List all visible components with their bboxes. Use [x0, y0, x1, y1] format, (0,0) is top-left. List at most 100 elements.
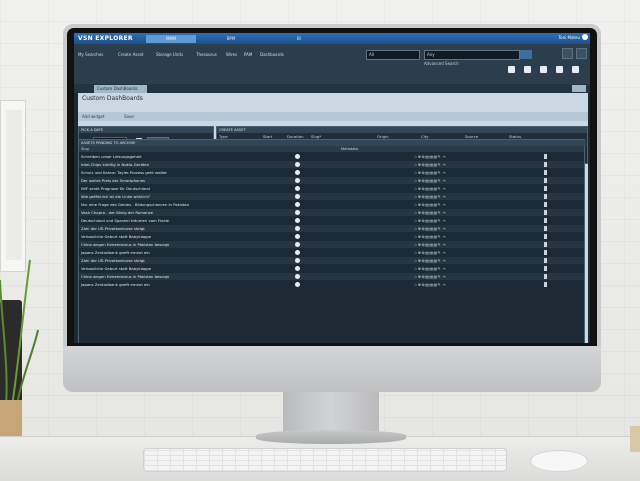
- metadata-icon[interactable]: [295, 170, 300, 175]
- tab-options-icon[interactable]: [572, 85, 586, 92]
- metadata-icon[interactable]: [295, 202, 300, 207]
- table-row[interactable]: Verbauliche Geburt statt Babyklappe ☆⊕⊗▤▤…: [79, 265, 584, 272]
- delete-icon[interactable]: [544, 250, 547, 255]
- metadata-icon[interactable]: [295, 162, 300, 167]
- monitor-stand-foot: [256, 430, 406, 444]
- table-row[interactable]: Japans Zentralbank greift erneut ein ☆⊕⊗▤…: [79, 249, 584, 256]
- metadata-icon[interactable]: [295, 154, 300, 159]
- settings-icon[interactable]: [572, 66, 579, 73]
- pick-date-title: PICK A DATE: [79, 127, 213, 133]
- user-name[interactable]: Toni Mateu: [558, 35, 580, 40]
- tab-bi[interactable]: BI: [274, 35, 324, 43]
- delete-icon[interactable]: [544, 274, 547, 279]
- app-logo: VSN EXPLORER: [78, 35, 133, 42]
- delete-icon[interactable]: [544, 258, 547, 263]
- metadata-icon[interactable]: [295, 250, 300, 255]
- metadata-icon[interactable]: [295, 266, 300, 271]
- delete-icon[interactable]: [544, 242, 547, 247]
- table-row[interactable]: Wie gefährlich ist die Linke wirklich? ☆⊕…: [79, 193, 584, 200]
- search-input[interactable]: Any: [424, 50, 520, 60]
- row-actions[interactable]: ☆⊕⊗▤▤▤✎ ✂: [414, 265, 447, 272]
- delete-icon[interactable]: [544, 234, 547, 239]
- metadata-icon[interactable]: [295, 178, 300, 183]
- save-button[interactable]: Save: [124, 114, 134, 119]
- menu-storage-units[interactable]: Storage Units: [156, 52, 183, 57]
- delete-icon[interactable]: [544, 154, 547, 159]
- tab-mam[interactable]: MAM: [146, 35, 196, 43]
- table-row[interactable]: Verbauliche Geburt statt Babyklappe ☆⊕⊗▤▤…: [79, 233, 584, 240]
- menu-wires[interactable]: Wires: [226, 52, 237, 57]
- table-row[interactable]: China wegen Extremismus in Pakistan beso…: [79, 241, 584, 248]
- row-actions[interactable]: ☆⊕⊗▤▤▤✎ ✂: [414, 257, 447, 264]
- row-actions[interactable]: ☆⊕⊗▤▤▤✎ ✂: [414, 241, 447, 248]
- delete-icon[interactable]: [544, 178, 547, 183]
- delete-icon[interactable]: [544, 194, 547, 199]
- menu-create-asset[interactable]: Create Asset: [118, 52, 144, 57]
- metadata-icon[interactable]: [295, 234, 300, 239]
- metadata-icon[interactable]: [295, 282, 300, 287]
- metadata-icon[interactable]: [295, 226, 300, 231]
- advanced-search-link[interactable]: Advanced Search: [424, 61, 459, 66]
- delete-icon[interactable]: [544, 202, 547, 207]
- table-row[interactable]: Der wahre Preis der Smartphones ☆⊕⊗▤▤▤✎ ✂: [79, 177, 584, 184]
- menu-pam[interactable]: PAM: [244, 52, 252, 57]
- delete-icon[interactable]: [544, 226, 547, 231]
- row-actions[interactable]: ☆⊕⊗▤▤▤✎ ✂: [414, 201, 447, 208]
- row-actions[interactable]: ☆⊕⊗▤▤▤✎ ✂: [414, 225, 447, 232]
- search-scope-select[interactable]: All: [366, 50, 420, 60]
- table-row[interactable]: Nur eine Frage des Geldes - Bildungschan…: [79, 201, 584, 208]
- row-actions[interactable]: ☆⊕⊗▤▤▤✎ ✂: [414, 209, 447, 216]
- row-actions[interactable]: ☆⊕⊗▤▤▤✎ ✂: [414, 177, 447, 184]
- row-actions[interactable]: ☆⊕⊗▤▤▤✎ ✂: [414, 249, 447, 256]
- metadata-icon[interactable]: [295, 218, 300, 223]
- metadata-icon[interactable]: [295, 210, 300, 215]
- menu-thesaurus[interactable]: Thesaurus: [196, 52, 217, 57]
- row-actions[interactable]: ☆⊕⊗▤▤▤✎ ✂: [414, 169, 447, 176]
- table-row[interactable]: IWF senkt Prognose für Deutschland ☆⊕⊗▤▤▤…: [79, 185, 584, 192]
- user-icon[interactable]: [582, 34, 588, 40]
- tab-bpm[interactable]: BPM: [206, 35, 256, 43]
- metadata-icon[interactable]: [295, 194, 300, 199]
- table-row[interactable]: Intel-Chips künftig in Nokia-Geräten ☆⊕⊗▤…: [79, 161, 584, 168]
- upload-icon[interactable]: [524, 66, 531, 73]
- row-actions[interactable]: ☆⊕⊗▤▤▤✎ ✂: [414, 233, 447, 240]
- delete-icon[interactable]: [544, 186, 547, 191]
- row-actions[interactable]: ☆⊕⊗▤▤▤✎ ✂: [414, 273, 447, 280]
- row-actions[interactable]: ☆⊕⊗▤▤▤✎ ✂: [414, 161, 447, 168]
- table-row[interactable]: China wegen Extremismus in Pakistan beso…: [79, 273, 584, 280]
- row-actions[interactable]: ☆⊕⊗▤▤▤✎ ✂: [414, 281, 447, 288]
- table-row[interactable]: Vash Chopra - der König der Romanze ☆⊕⊗▤▤…: [79, 209, 584, 216]
- metadata-icon[interactable]: [295, 258, 300, 263]
- list-icon[interactable]: [540, 66, 547, 73]
- delete-icon[interactable]: [544, 282, 547, 287]
- metadata-icon[interactable]: [295, 186, 300, 191]
- row-actions[interactable]: ☆⊕⊗▤▤▤✎ ✂: [414, 185, 447, 192]
- search-button[interactable]: [520, 50, 532, 59]
- help-button[interactable]: [562, 48, 573, 59]
- table-row[interactable]: Zahl der US-Privatkonkurse steigt ☆⊕⊗▤▤▤✎…: [79, 225, 584, 232]
- table-row[interactable]: Schreiben unser Leisungsgehalt ☆⊕⊗▤▤▤✎ ✂: [79, 153, 584, 160]
- row-actions[interactable]: ☆⊕⊗▤▤▤✎ ✂: [414, 153, 447, 160]
- info-button[interactable]: [576, 48, 587, 59]
- table-row[interactable]: Japans Zentralbank greift erneut ein ☆⊕⊗▤…: [79, 281, 584, 288]
- delete-icon[interactable]: [544, 170, 547, 175]
- menu-dashboards[interactable]: Dashboards: [260, 52, 284, 57]
- tab-custom-dashboards[interactable]: Custom DashBoards: [94, 85, 147, 93]
- table-row[interactable]: Deutschland und Spanien träumen vom Fina…: [79, 217, 584, 224]
- add-widget-button[interactable]: Add widget: [82, 114, 105, 119]
- delete-icon[interactable]: [544, 162, 547, 167]
- metadata-icon[interactable]: [295, 242, 300, 247]
- table-row[interactable]: Zahl der US-Privatkonkurse steigt ☆⊕⊗▤▤▤✎…: [79, 257, 584, 264]
- column-metadata[interactable]: Metadata: [341, 146, 358, 152]
- row-actions[interactable]: ☆⊕⊗▤▤▤✎ ✂: [414, 217, 447, 224]
- metadata-icon[interactable]: [295, 274, 300, 279]
- grid-icon[interactable]: [556, 66, 563, 73]
- delete-icon[interactable]: [544, 218, 547, 223]
- row-actions[interactable]: ☆⊕⊗▤▤▤✎ ✂: [414, 193, 447, 200]
- menu-my-searches[interactable]: My Searches: [78, 52, 103, 57]
- delete-icon[interactable]: [544, 210, 547, 215]
- column-slug[interactable]: Slug: [81, 146, 89, 152]
- camera-icon[interactable]: [508, 66, 515, 73]
- delete-icon[interactable]: [544, 266, 547, 271]
- table-row[interactable]: Schulz und Kahne: Tayler-Prozess geht we…: [79, 169, 584, 176]
